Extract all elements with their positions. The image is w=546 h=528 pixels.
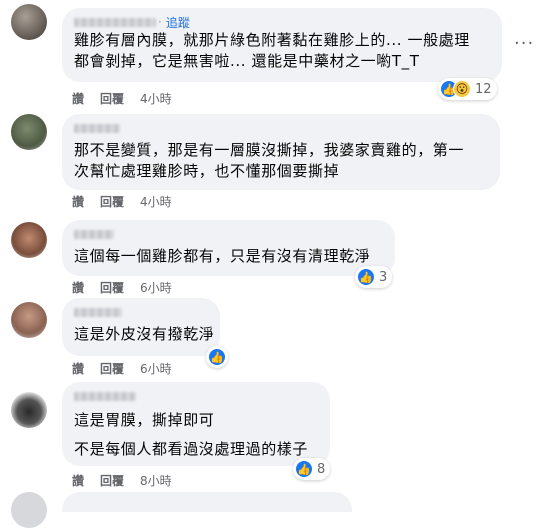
comment-5: 這是胃膜，撕掉即可 不是每個人都看過沒處理過的樣子 👍 8 讚 回覆 8小時 bbox=[0, 376, 546, 489]
commenter-name-blurred[interactable] bbox=[74, 307, 122, 317]
reaction-summary[interactable]: 👍 bbox=[206, 346, 228, 368]
avatar[interactable] bbox=[11, 302, 47, 338]
comment-text-line: 都會剝掉，它是無害啦... 還能是中藥材之一喲T_T bbox=[74, 52, 420, 70]
commenter-name-blurred[interactable] bbox=[74, 391, 136, 401]
reaction-count: 12 bbox=[475, 81, 492, 97]
comment-bubble bbox=[62, 492, 352, 512]
commenter-name-row bbox=[74, 120, 488, 136]
avatar[interactable] bbox=[11, 392, 47, 428]
comment-text-line: 雞胗有層內膜，就那片綠色附著黏在雞胗上的... 一般處理 bbox=[74, 31, 470, 49]
commenter-name-row bbox=[74, 388, 318, 404]
like-icon: 👍 bbox=[208, 348, 226, 366]
like-icon: 👍 bbox=[357, 268, 375, 286]
avatar[interactable] bbox=[11, 222, 47, 258]
reply-button[interactable]: 回覆 bbox=[100, 472, 124, 489]
like-button[interactable]: 讚 bbox=[72, 193, 84, 210]
comment-text-line: 那不是變質，那是有一層膜沒撕掉，我婆家賣雞的，第一 bbox=[74, 141, 465, 159]
comment-bubble: · 追蹤 雞胗有層內膜，就那片綠色附著黏在雞胗上的... 一般處理 都會剝掉，它… bbox=[62, 8, 502, 82]
comment-text-line: 次幫忙處理雞胗時，也不懂那個要撕掉 bbox=[74, 162, 340, 180]
timestamp[interactable]: 4小時 bbox=[140, 90, 172, 107]
wow-icon: 😮 bbox=[453, 80, 471, 98]
like-icon: 👍 bbox=[295, 460, 313, 478]
reaction-summary[interactable]: 👍 8 bbox=[293, 458, 331, 480]
reaction-count: 3 bbox=[379, 269, 388, 285]
reply-button[interactable]: 回覆 bbox=[100, 90, 124, 107]
comment-text-line: 這個每一個雞胗都有，只是有沒有清理乾淨 bbox=[74, 247, 371, 265]
comment-actions: 讚 回覆 6小時 bbox=[72, 360, 172, 377]
comment-text-line: 這是外皮沒有撥乾淨 bbox=[74, 325, 215, 343]
commenter-name-row: · 追蹤 bbox=[74, 14, 490, 30]
avatar[interactable] bbox=[11, 114, 47, 150]
like-button[interactable]: 讚 bbox=[72, 360, 84, 377]
more-options-icon[interactable]: ··· bbox=[514, 35, 534, 58]
commenter-name-blurred[interactable] bbox=[74, 229, 114, 239]
comment-bubble: 這是胃膜，撕掉即可 不是每個人都看過沒處理過的樣子 bbox=[62, 382, 330, 466]
like-button[interactable]: 讚 bbox=[72, 90, 84, 107]
reaction-count: 8 bbox=[317, 461, 326, 477]
comment-bubble: 這個每一個雞胗都有，只是有沒有清理乾淨 bbox=[62, 220, 395, 276]
commenter-name-blurred[interactable] bbox=[74, 123, 120, 133]
comment-text-line: 不是每個人都看過沒處理過的樣子 bbox=[74, 440, 309, 458]
commenter-name-row bbox=[74, 226, 383, 242]
timestamp[interactable]: 6小時 bbox=[140, 360, 172, 377]
comment-text-line: 這是胃膜，撕掉即可 bbox=[74, 411, 215, 429]
comment-4: 這是外皮沒有撥乾淨 👍 讚 回覆 6小時 bbox=[0, 290, 546, 378]
like-button[interactable]: 讚 bbox=[72, 472, 84, 489]
comment-actions: 讚 回覆 4小時 bbox=[72, 90, 172, 107]
timestamp[interactable]: 4小時 bbox=[140, 193, 172, 210]
commenter-name-blurred[interactable] bbox=[74, 17, 156, 27]
comment-1: · 追蹤 雞胗有層內膜，就那片綠色附著黏在雞胗上的... 一般處理 都會剝掉，它… bbox=[0, 0, 546, 110]
comment-actions: 讚 回覆 4小時 bbox=[72, 193, 172, 210]
reply-button[interactable]: 回覆 bbox=[100, 360, 124, 377]
follow-link[interactable]: 追蹤 bbox=[166, 14, 190, 31]
avatar[interactable] bbox=[11, 492, 47, 528]
avatar[interactable] bbox=[11, 4, 47, 40]
reply-button[interactable]: 回覆 bbox=[100, 193, 124, 210]
comment-3: 這個每一個雞胗都有，只是有沒有清理乾淨 👍 3 讚 回覆 6小時 bbox=[0, 210, 546, 300]
timestamp[interactable]: 8小時 bbox=[140, 472, 172, 489]
comment-2: 那不是變質，那是有一層膜沒撕掉，我婆家賣雞的，第一 次幫忙處理雞胗時，也不懂那個… bbox=[0, 110, 546, 210]
reaction-summary[interactable]: 👍 😮 12 bbox=[438, 78, 497, 100]
comment-bubble: 這是外皮沒有撥乾淨 bbox=[62, 298, 220, 356]
comment-bubble: 那不是變質，那是有一層膜沒撕掉，我婆家賣雞的，第一 次幫忙處理雞胗時，也不懂那個… bbox=[62, 114, 500, 190]
reaction-summary[interactable]: 👍 3 bbox=[355, 266, 393, 288]
comment-actions: 讚 回覆 8小時 bbox=[72, 472, 172, 489]
commenter-name-row bbox=[74, 304, 208, 320]
